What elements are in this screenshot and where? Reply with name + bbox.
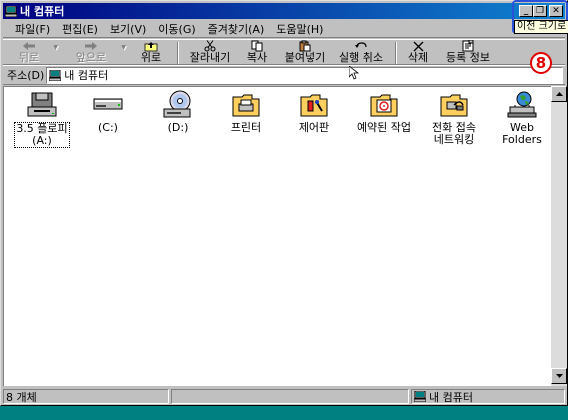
up-triangle-icon <box>555 92 563 96</box>
properties-label: 등록 정보 <box>446 51 490 64</box>
file-view[interactable]: 3.5 플로피 (A:) (C:) (D:) 프린터 제어판 예약된 작업 전화… <box>3 86 551 386</box>
menu-file[interactable]: 파일(F) <box>9 21 56 37</box>
control-panel-icon <box>300 94 328 117</box>
item-label-line1: 프린터 <box>230 121 262 134</box>
cut-label: 잘라내기 <box>189 51 231 64</box>
drive-c[interactable]: (C:) <box>74 89 142 134</box>
address-field[interactable]: 내 컴퓨터 <box>46 66 563 84</box>
title-bar[interactable]: 내 컴퓨터 _ ❐ ✕ <box>3 3 565 19</box>
folder-dialup-networking[interactable]: 전화 접속 네트워킹 <box>420 89 488 146</box>
mouse-cursor-icon <box>349 66 359 80</box>
item-label: 프린터 <box>230 122 262 134</box>
status-location: 내 컴퓨터 <box>411 389 565 404</box>
floppy-drive-icon <box>27 92 57 117</box>
step-number-badge: 8 <box>530 52 552 74</box>
copy-label: 복사 <box>246 51 268 64</box>
toolbar-separator <box>395 42 397 64</box>
properties-button[interactable]: 등록 정보 <box>441 40 495 66</box>
paste-label: 붙여넣기 <box>284 51 326 64</box>
menu-edit[interactable]: 편집(E) <box>56 21 104 37</box>
address-value: 내 컴퓨터 <box>64 69 109 82</box>
item-label-line1: 제어판 <box>298 121 330 134</box>
standard-toolbar: 뒤로 ▼ 앞으로 ▼ 위로 잘라내기 복사 붙여넣기 실행 취소 삭제 등록 정… <box>3 39 565 65</box>
folder-scheduled-tasks[interactable]: 예약된 작업 <box>350 89 418 134</box>
menu-view[interactable]: 보기(V) <box>104 21 152 37</box>
forward-label: 앞으로 <box>75 51 107 64</box>
item-label: 예약된 작업 <box>356 122 412 134</box>
drive-floppy-a[interactable]: 3.5 플로피 (A:) <box>8 89 76 148</box>
scroll-down-button[interactable] <box>551 368 567 384</box>
item-label-line2: 네트워킹 <box>433 133 475 146</box>
address-bar: 주소(D) 내 컴퓨터 <box>3 65 565 85</box>
item-label: Web Folders <box>488 122 556 146</box>
my-computer-icon <box>5 5 17 17</box>
cd-drive-icon <box>163 90 191 118</box>
vertical-scrollbar[interactable] <box>551 86 567 386</box>
window-title: 내 컴퓨터 <box>20 5 65 18</box>
menu-favorites[interactable]: 즐겨찾기(A) <box>202 21 271 37</box>
forward-button[interactable]: 앞으로 ▼ <box>63 40 126 66</box>
folder-web-folders[interactable]: Web Folders <box>488 89 556 146</box>
undo-button[interactable]: 실행 취소 <box>333 40 389 66</box>
back-button[interactable]: 뒤로 ▼ <box>7 40 58 66</box>
scheduled-tasks-icon <box>370 94 398 117</box>
scroll-up-button[interactable] <box>551 86 567 102</box>
down-triangle-icon <box>555 374 563 378</box>
folder-printers[interactable]: 프린터 <box>212 89 280 134</box>
folder-control-panel[interactable]: 제어판 <box>280 89 348 134</box>
back-dropdown-icon[interactable]: ▼ <box>53 44 58 51</box>
cut-button[interactable]: 잘라내기 <box>185 40 235 66</box>
undo-label: 실행 취소 <box>339 51 383 64</box>
item-label-line1: (C:) <box>98 121 118 134</box>
item-label-line1: (D:) <box>167 121 189 134</box>
paste-button[interactable]: 붙여넣기 <box>279 40 331 66</box>
status-count-text: 8 개체 <box>6 390 37 404</box>
my-computer-icon <box>414 391 426 402</box>
desktop-background <box>0 406 568 420</box>
item-label-line1: 예약된 작업 <box>356 121 412 134</box>
drive-d[interactable]: (D:) <box>144 89 212 134</box>
item-label-line2: (A:) <box>32 134 52 147</box>
scroll-track[interactable] <box>551 102 567 368</box>
status-bar: 8 개체 내 컴퓨터 <box>3 388 565 405</box>
item-label: (D:) <box>167 122 190 134</box>
item-label: (C:) <box>97 122 119 134</box>
status-blank-pane <box>171 389 409 404</box>
up-button[interactable]: 위로 <box>131 40 171 66</box>
copy-button[interactable]: 복사 <box>237 40 277 66</box>
printers-folder-icon <box>232 94 260 117</box>
up-label: 위로 <box>140 51 162 64</box>
restore-tooltip: 이전 크기로 <box>514 20 568 34</box>
menu-help[interactable]: 도움말(H) <box>270 21 329 37</box>
address-label: 주소(D) <box>7 69 45 82</box>
delete-button[interactable]: 삭제 <box>403 40 433 66</box>
forward-dropdown-icon[interactable]: ▼ <box>121 44 126 51</box>
item-label: 3.5 플로피 (A:) <box>14 122 70 148</box>
back-label: 뒤로 <box>18 51 40 64</box>
item-label-line1: Web Folders <box>502 121 542 146</box>
menu-go[interactable]: 이동(G) <box>152 21 201 37</box>
menu-bar: 파일(F) 편집(E) 보기(V) 이동(G) 즐겨찾기(A) 도움말(H) <box>3 20 565 38</box>
delete-label: 삭제 <box>407 51 429 64</box>
toolbar-separator <box>177 42 179 64</box>
my-computer-icon <box>49 69 62 81</box>
web-folders-icon <box>507 91 537 118</box>
item-label: 제어판 <box>298 122 330 134</box>
dialup-networking-icon <box>440 94 468 117</box>
hard-drive-icon <box>93 98 123 110</box>
explorer-window: 내 컴퓨터 _ ❐ ✕ 파일(F) 편집(E) 보기(V) 이동(G) 즐겨찾기… <box>0 0 568 406</box>
status-location-text: 내 컴퓨터 <box>429 390 473 404</box>
item-label: 전화 접속 네트워킹 <box>431 122 477 146</box>
status-object-count: 8 개체 <box>3 389 169 404</box>
